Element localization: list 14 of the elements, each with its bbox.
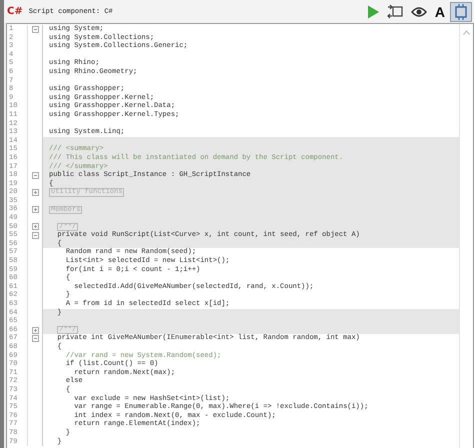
eye-icon[interactable]: [410, 6, 427, 18]
scroll-up-icon[interactable]: [463, 30, 470, 35]
collapse-icon[interactable]: [32, 26, 38, 33]
scrollbar[interactable]: [459, 24, 473, 448]
collapse-icon[interactable]: [32, 232, 38, 240]
logo: C#: [7, 6, 23, 17]
expand-icon[interactable]: [32, 189, 38, 196]
font-button[interactable]: A: [432, 2, 448, 22]
collapse-icon[interactable]: [32, 335, 38, 342]
collapse-icon[interactable]: [32, 172, 38, 179]
expand-icon[interactable]: [32, 206, 38, 214]
expand-icon[interactable]: [32, 223, 38, 230]
expand-icon[interactable]: [32, 326, 38, 334]
play-icon[interactable]: [366, 4, 379, 18]
